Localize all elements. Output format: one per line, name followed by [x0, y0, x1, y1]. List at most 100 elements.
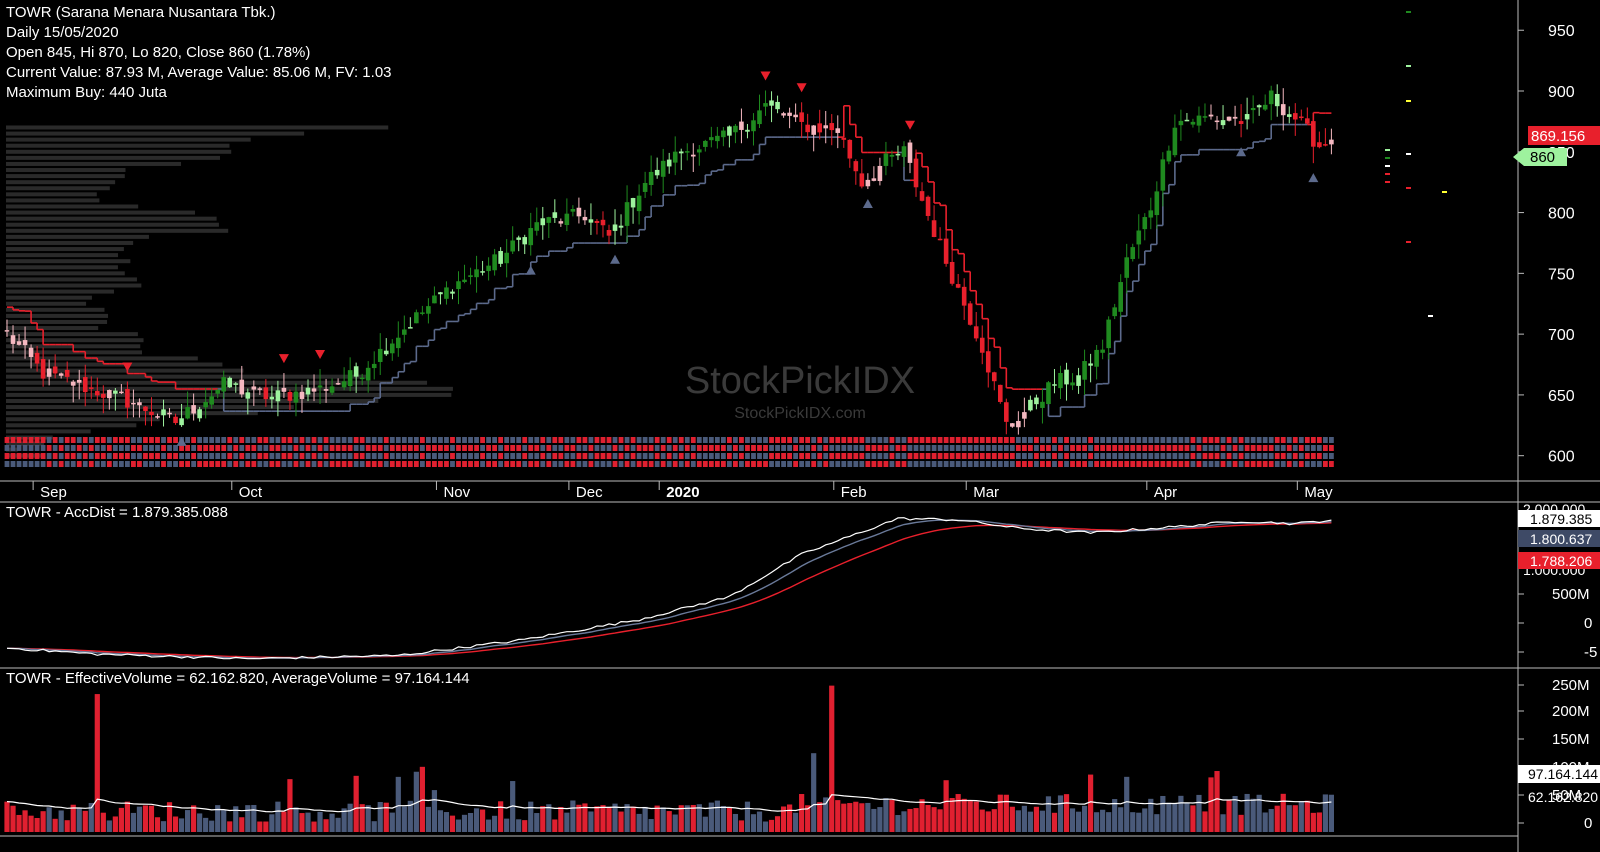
signal-cell	[763, 461, 768, 467]
signal-cell	[143, 461, 148, 467]
signal-cell	[486, 437, 491, 443]
signal-cell	[1118, 461, 1124, 467]
candle-body	[1028, 399, 1033, 411]
signal-cell	[1310, 461, 1316, 467]
signal-cell	[233, 461, 239, 467]
volume-bar	[1262, 812, 1268, 832]
signal-cell	[1160, 453, 1166, 459]
candle-body	[907, 142, 913, 163]
signal-cell	[389, 437, 395, 443]
signal-cell	[925, 461, 931, 467]
volume-profile-bar	[6, 149, 232, 154]
stop-price-label: 869.156	[1531, 128, 1585, 145]
signal-cell	[251, 453, 257, 459]
signal-cell	[1034, 445, 1039, 451]
signal-cell	[564, 461, 570, 467]
volume-bar	[275, 801, 281, 832]
signal-cell	[239, 437, 245, 443]
volume-bar	[1088, 774, 1094, 832]
candle-body	[835, 128, 841, 133]
candle-body	[1244, 114, 1250, 120]
signal-cell	[696, 437, 702, 443]
signal-cell	[907, 453, 913, 459]
volume-profile-bar	[6, 186, 110, 191]
candle-body	[137, 402, 142, 406]
volume-bar	[1208, 777, 1214, 832]
signal-cell	[853, 453, 859, 459]
volume-bar	[985, 811, 991, 832]
signal-cell	[961, 461, 967, 467]
signal-cell	[1082, 445, 1087, 451]
signal-cell	[293, 437, 299, 443]
candle-body	[353, 366, 359, 377]
candle-body	[317, 385, 323, 388]
signal-cell	[1112, 437, 1118, 443]
signal-cell	[28, 445, 34, 451]
candle-body	[299, 391, 305, 399]
volume-bar	[1075, 811, 1082, 832]
signal-cell	[678, 461, 684, 467]
accdist-title: TOWR - AccDist = 1.879.385.088	[6, 504, 228, 521]
signal-cell	[1250, 453, 1256, 459]
volume-bar	[1298, 801, 1304, 832]
signal-cell	[913, 437, 919, 443]
signal-cell	[281, 461, 287, 467]
signal-cell	[203, 445, 209, 451]
signal-cell	[799, 461, 805, 467]
signal-cell	[94, 437, 100, 443]
volume-bar	[287, 779, 293, 832]
volume-profile-bar	[6, 210, 196, 215]
candle-body	[588, 219, 594, 223]
signal-cell	[534, 453, 540, 459]
signal-cell	[829, 461, 835, 467]
signal-cell	[612, 445, 618, 451]
signal-cell	[696, 445, 702, 451]
signal-cell	[696, 453, 702, 459]
volume-bar	[1202, 811, 1208, 832]
volume-bar	[22, 810, 28, 832]
signal-cell	[871, 445, 877, 451]
candle-body	[636, 195, 642, 212]
candle-body	[781, 113, 786, 116]
signal-cell	[1190, 461, 1196, 467]
signal-cell	[1322, 461, 1328, 467]
signal-cell	[702, 453, 708, 459]
signal-cell	[510, 445, 516, 451]
signal-cell	[1172, 461, 1178, 467]
signal-cell	[365, 453, 371, 459]
volume-bar	[877, 807, 883, 832]
signal-cell	[660, 445, 666, 451]
signal-cell	[450, 453, 455, 459]
signal-cell	[70, 453, 76, 459]
signal-cell	[919, 453, 925, 459]
volume-bar	[720, 805, 726, 832]
volume-profile-bar	[6, 271, 125, 276]
volume-bar	[160, 821, 167, 832]
candle-body	[113, 390, 118, 394]
volume-bar	[702, 816, 708, 832]
signal-cell	[1154, 437, 1160, 443]
signal-cell	[883, 461, 889, 467]
volume-bar	[1238, 814, 1244, 832]
signal-cell	[1052, 461, 1057, 467]
signal-cell	[1286, 453, 1292, 459]
signal-cell	[1286, 437, 1292, 443]
signal-cell	[672, 453, 678, 459]
signal-cell	[215, 461, 221, 467]
volume-bar	[672, 814, 678, 832]
signal-cell	[1232, 445, 1238, 451]
candle-body	[486, 265, 491, 272]
volume-bar	[726, 808, 732, 832]
signal-cell	[943, 453, 949, 459]
signal-cell	[1046, 445, 1051, 451]
candle-body	[540, 218, 546, 226]
volume-bar	[329, 813, 335, 832]
signal-cell	[594, 453, 600, 459]
signal-cell	[323, 445, 329, 451]
candle-body	[1311, 121, 1316, 147]
volume-bar	[1009, 806, 1015, 832]
signal-cell	[173, 453, 178, 459]
candle-body	[847, 139, 853, 159]
candle-body	[528, 228, 534, 246]
signal-cell	[100, 453, 106, 459]
